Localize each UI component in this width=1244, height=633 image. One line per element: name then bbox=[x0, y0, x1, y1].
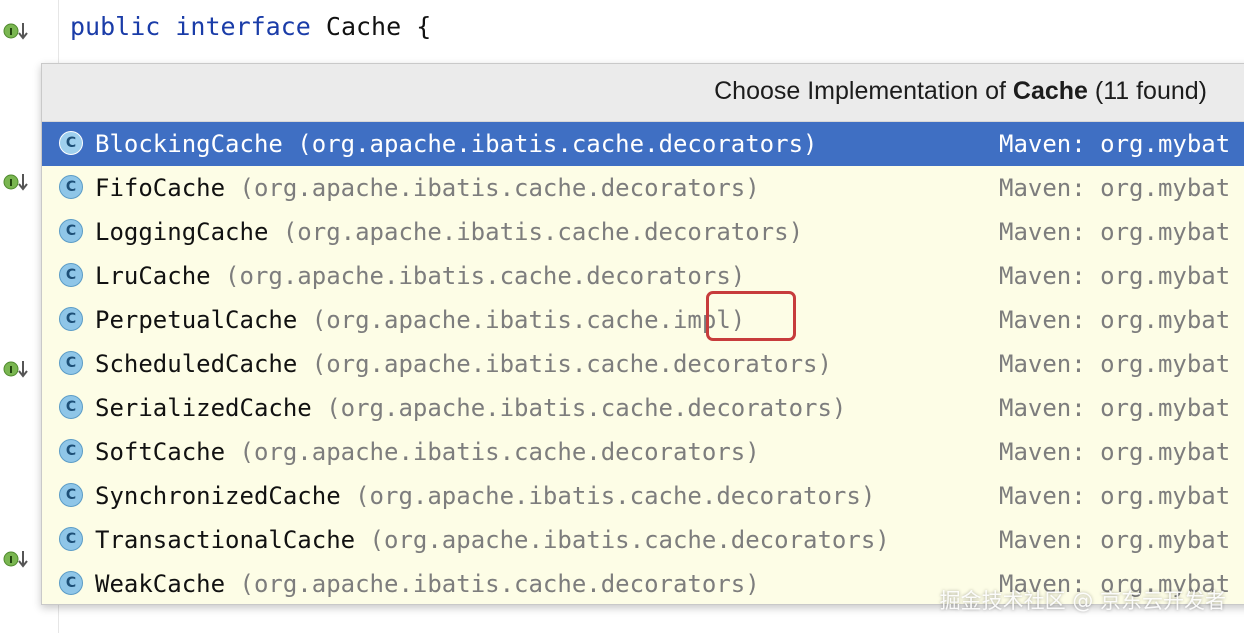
watermark: 掘金技术社区 @ 京东云开发者 bbox=[939, 589, 1226, 613]
class-name: LoggingCache bbox=[95, 218, 269, 246]
svg-text:I: I bbox=[9, 555, 13, 566]
implemented-interface-icon[interactable]: I bbox=[2, 548, 30, 570]
implementation-entry: SoftCache (org.apache.ibatis.cache.decor… bbox=[95, 430, 760, 474]
implementation-entry: LoggingCache (org.apache.ibatis.cache.de… bbox=[95, 210, 803, 254]
package-name: (org.apache.ibatis.cache.decorators) bbox=[326, 394, 847, 422]
package-name: (org.apache.ibatis.cache.decorators) bbox=[355, 482, 876, 510]
list-item[interactable]: C SoftCache (org.apache.ibatis.cache.deco… bbox=[42, 430, 1244, 474]
implementation-list[interactable]: C BlockingCache (org.apache.ibatis.cache.… bbox=[42, 122, 1244, 604]
library-name: Maven: org.mybat bbox=[999, 482, 1231, 510]
implemented-interface-icon[interactable]: I bbox=[2, 20, 30, 42]
list-item[interactable]: C LruCache (org.apache.ibatis.cache.decor… bbox=[42, 254, 1244, 298]
list-item[interactable]: C BlockingCache (org.apache.ibatis.cache.… bbox=[42, 122, 1244, 166]
package-name: (org.apache.ibatis.cache.decorators) bbox=[239, 438, 760, 466]
class-name: BlockingCache bbox=[95, 130, 283, 158]
code-line-interface-declaration[interactable]: public interface Cache { bbox=[70, 12, 431, 41]
class-name: SynchronizedCache bbox=[95, 482, 341, 510]
library-name: Maven: org.mybat bbox=[999, 218, 1231, 246]
implementation-entry: TransactionalCache (org.apache.ibatis.ca… bbox=[95, 518, 890, 562]
class-icon: C bbox=[59, 263, 83, 287]
implemented-interface-icon[interactable]: I bbox=[2, 358, 30, 380]
svg-text:I: I bbox=[9, 27, 13, 38]
class-icon: C bbox=[59, 483, 83, 507]
class-icon: C bbox=[59, 395, 83, 419]
popup-title-count: (11 found) bbox=[1087, 77, 1207, 105]
popup-header: Choose Implementation of Cache (11 found… bbox=[42, 64, 1244, 122]
implementation-entry: WeakCache (org.apache.ibatis.cache.decor… bbox=[95, 562, 760, 604]
implementation-entry: FifoCache (org.apache.ibatis.cache.decor… bbox=[95, 166, 760, 210]
implementation-entry: SerializedCache (org.apache.ibatis.cache… bbox=[95, 386, 846, 430]
list-item[interactable]: C SerializedCache (org.apache.ibatis.cach… bbox=[42, 386, 1244, 430]
class-name: PerpetualCache bbox=[95, 306, 298, 334]
list-item[interactable]: C SynchronizedCache (org.apache.ibatis.ca… bbox=[42, 474, 1244, 518]
library-name: Maven: org.mybat bbox=[999, 438, 1231, 466]
code-keyword-public: public bbox=[70, 12, 161, 41]
class-icon: C bbox=[59, 131, 83, 155]
popup-title-interface: Cache bbox=[1012, 77, 1088, 105]
svg-text:I: I bbox=[9, 365, 13, 376]
library-name: Maven: org.mybat bbox=[999, 130, 1231, 158]
class-name: ScheduledCache bbox=[95, 350, 298, 378]
class-name: FifoCache bbox=[95, 174, 226, 202]
class-icon: C bbox=[59, 307, 83, 331]
library-name: Maven: org.mybat bbox=[999, 394, 1231, 422]
list-item[interactable]: C FifoCache (org.apache.ibatis.cache.deco… bbox=[42, 166, 1244, 210]
library-name: Maven: org.mybat bbox=[999, 306, 1231, 334]
class-name: SoftCache bbox=[95, 438, 226, 466]
package-name: (org.apache.ibatis.cache.decorators) bbox=[311, 350, 832, 378]
code-keyword-interface: interface bbox=[175, 12, 311, 41]
class-name: TransactionalCache bbox=[95, 526, 356, 554]
package-name: (org.apache.ibatis.cache.decorators) bbox=[369, 526, 890, 554]
package-name: (org.apache.ibatis.cache.decorators) bbox=[239, 174, 760, 202]
code-interface-name: Cache { bbox=[310, 12, 432, 41]
package-name: (org.apache.ibatis.cache.decorators) bbox=[297, 130, 818, 158]
package-name: (org.apache.ibatis.cache.decorators) bbox=[282, 218, 804, 246]
class-icon: C bbox=[59, 219, 83, 243]
svg-text:I: I bbox=[9, 178, 13, 189]
list-item[interactable]: C PerpetualCache (org.apache.ibatis.cache… bbox=[42, 298, 1244, 342]
choose-implementation-popup[interactable]: Choose Implementation of Cache (11 found… bbox=[41, 63, 1244, 605]
class-icon: C bbox=[59, 351, 83, 375]
popup-title: Choose Implementation of Cache (11 found… bbox=[714, 77, 1207, 106]
implementation-entry: ScheduledCache (org.apache.ibatis.cache.… bbox=[95, 342, 832, 386]
class-icon: C bbox=[59, 439, 83, 463]
class-name: SerializedCache bbox=[95, 394, 312, 422]
class-name: WeakCache bbox=[95, 570, 226, 598]
package-name: (org.apache.ibatis.cache.impl) bbox=[311, 306, 746, 334]
implemented-interface-icon[interactable]: I bbox=[2, 171, 30, 193]
implementation-entry: BlockingCache (org.apache.ibatis.cache.d… bbox=[95, 122, 817, 166]
implementation-entry: LruCache (org.apache.ibatis.cache.decora… bbox=[95, 254, 745, 298]
library-name: Maven: org.mybat bbox=[999, 262, 1231, 290]
list-item[interactable]: C TransactionalCache (org.apache.ibatis.c… bbox=[42, 518, 1244, 562]
package-name: (org.apache.ibatis.cache.decorators) bbox=[225, 262, 746, 290]
implementation-entry: SynchronizedCache (org.apache.ibatis.cac… bbox=[95, 474, 875, 518]
list-item[interactable]: C LoggingCache (org.apache.ibatis.cache.d… bbox=[42, 210, 1244, 254]
library-name: Maven: org.mybat bbox=[999, 350, 1231, 378]
class-name: LruCache bbox=[95, 262, 211, 290]
ide-window: I I I I public interface Cache {Choose … bbox=[0, 0, 1244, 633]
class-icon: C bbox=[59, 175, 83, 199]
library-name: Maven: org.mybat bbox=[999, 174, 1231, 202]
package-name: (org.apache.ibatis.cache.decorators) bbox=[239, 570, 760, 598]
class-icon: C bbox=[59, 571, 83, 595]
implementation-entry: PerpetualCache (org.apache.ibatis.cache.… bbox=[95, 298, 745, 342]
library-name: Maven: org.mybat bbox=[999, 526, 1231, 554]
list-item[interactable]: C ScheduledCache (org.apache.ibatis.cache… bbox=[42, 342, 1244, 386]
annotation-highlight-box bbox=[706, 291, 796, 341]
popup-title-prefix: Choose Implementation of bbox=[714, 77, 1013, 105]
class-icon: C bbox=[59, 527, 83, 551]
